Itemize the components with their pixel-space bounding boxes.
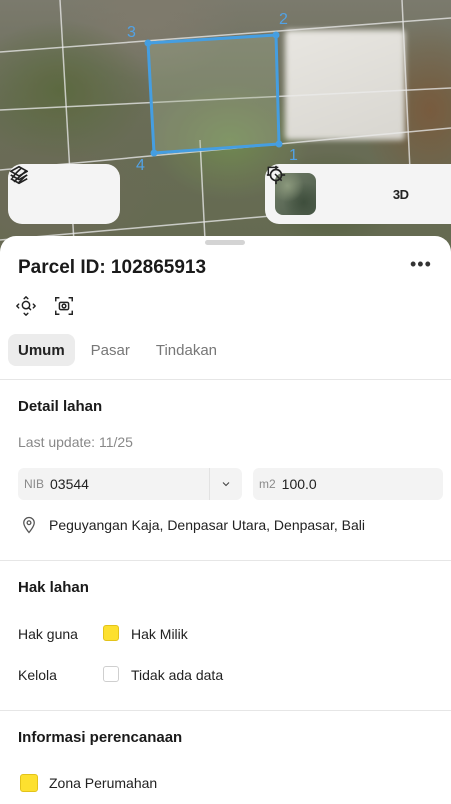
map-view[interactable]: 1 2 3 4 3D [0,0,451,260]
area-prefix: m2 [259,477,276,491]
sheet-drag-handle[interactable] [205,240,245,245]
select-icon[interactable] [267,166,451,209]
tab-umum[interactable]: Umum [8,334,75,366]
location-pin-icon [18,513,40,537]
measure-icon[interactable] [11,167,103,209]
kelola-value: Tidak ada data [131,667,224,683]
view-3d-label: 3D [392,186,409,202]
kelola-color-swatch [103,666,119,682]
planning-heading: Informasi perencanaan [18,729,183,746]
parcel-vertex-4[interactable] [150,149,158,157]
parcel-vertex-3[interactable] [144,39,152,47]
screenshot-icon[interactable] [52,294,76,318]
vertex-label-3: 3 [127,24,136,41]
parcel-vertex-2[interactable] [272,31,280,39]
divider [0,379,451,380]
zone-color-swatch [20,774,38,792]
address-text: Peguyangan Kaja, Denpasar Utara, Denpasa… [49,517,365,533]
vertex-label-4: 4 [136,157,145,174]
map-view-panel: 3D [265,164,451,224]
parcel-vertex-1[interactable] [275,140,283,148]
nib-prefix: NIB [24,477,45,491]
parcel-polygon[interactable] [146,33,281,155]
hak-guna-color-swatch [103,625,119,641]
more-options-icon[interactable]: ••• [410,254,432,275]
tab-bar: Umum Pasar Tindakan [8,334,227,366]
tab-tindakan[interactable]: Tindakan [146,334,227,366]
zoom-parcel-icon[interactable] [14,294,38,318]
detail-heading: Detail lahan [18,398,103,415]
view-3d-button[interactable]: 3D [386,179,416,209]
rights-heading: Hak lahan [18,579,89,596]
parcel-title: Parcel ID: 102865913 [18,257,207,278]
hak-guna-label: Hak guna [18,626,78,642]
tab-pasar[interactable]: Pasar [81,334,140,366]
kelola-label: Kelola [18,667,57,683]
divider [0,710,451,711]
area-field[interactable]: m2 100.0 [253,468,443,500]
parcel-tools [14,294,76,318]
zone-label: Zona Perumahan [49,775,158,791]
map-tools-panel [8,164,120,224]
nib-value: 03544 [50,476,89,492]
nib-select[interactable]: NIB 03544 [18,468,242,500]
hak-guna-value: Hak Milik [131,626,188,642]
area-value: 100.0 [281,476,317,492]
divider [0,560,451,561]
crosshair-icon[interactable] [266,165,366,209]
vertex-label-2: 2 [279,11,288,28]
last-update: Last update: 11/25 [18,434,133,450]
parcel-bottom-sheet: Parcel ID: 102865913 ••• Umum Pasar Tind… [0,236,451,804]
chevron-down-icon [209,468,242,500]
vertex-label-1: 1 [289,147,298,164]
